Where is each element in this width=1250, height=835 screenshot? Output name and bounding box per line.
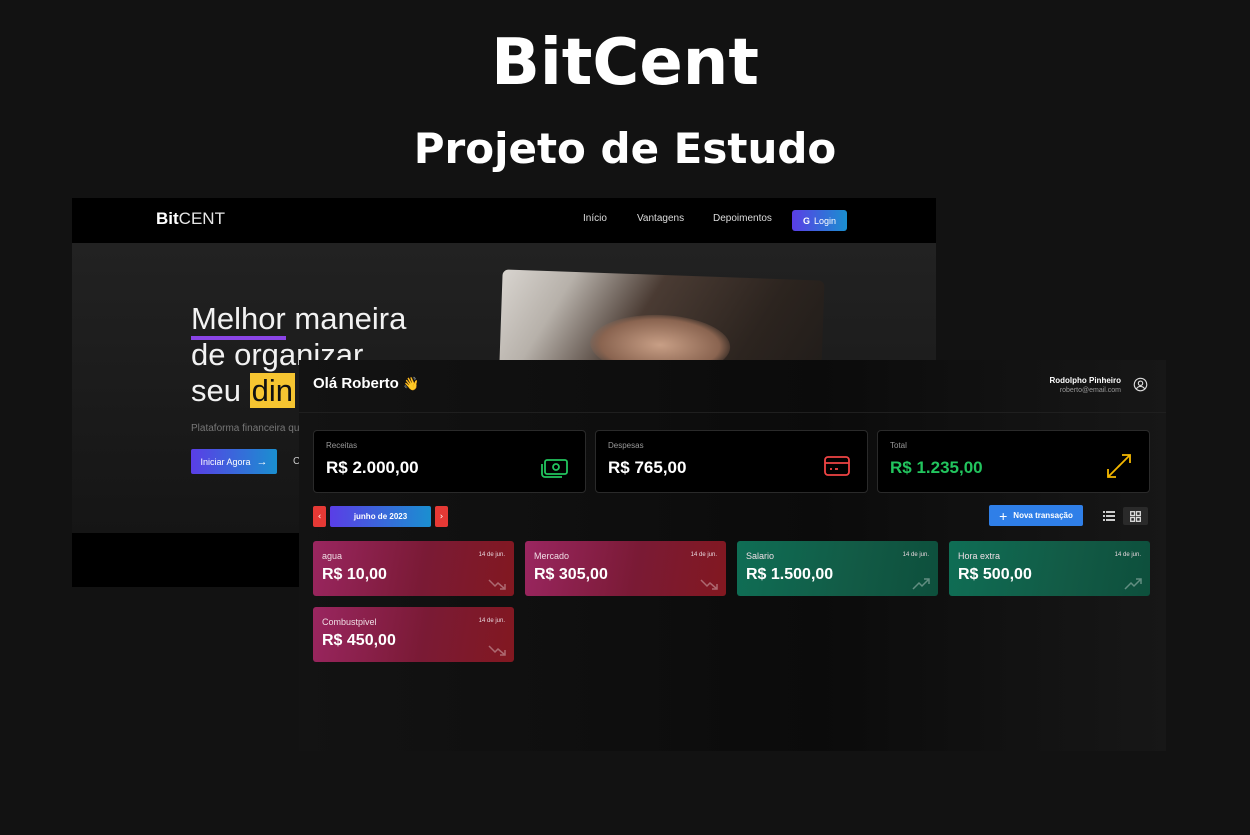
arrow-right-icon: →: [256, 455, 268, 468]
user-name: Rodolpho Pinheiro: [1049, 376, 1121, 385]
trending-down-icon: [700, 579, 718, 590]
dashboard-preview: Olá Roberto 👋 Rodolpho Pinheiro roberto@…: [299, 360, 1166, 751]
list-view-button[interactable]: [1098, 507, 1120, 525]
user-avatar-icon[interactable]: [1133, 377, 1148, 392]
list-icon: [1103, 511, 1115, 521]
waving-hand-icon: 👋: [403, 376, 420, 391]
transaction-card[interactable]: Salario 14 de jun. R$ 1.500,00: [737, 541, 938, 596]
transaction-card[interactable]: Combustpivel 14 de jun. R$ 450,00: [313, 607, 514, 662]
trending-down-icon: [488, 645, 506, 656]
google-icon: G: [802, 215, 810, 226]
start-now-button[interactable]: Iniciar Agora →: [191, 449, 277, 474]
transaction-description: Hora extra: [958, 551, 1001, 561]
cash-icon: [541, 459, 568, 478]
plus-icon: +: [999, 507, 1008, 524]
landing-navbar: BitCENT Início Vantagens Depoimentos G L…: [72, 198, 936, 243]
transaction-description: Salario: [746, 551, 775, 561]
transaction-date: 14 de jun.: [478, 552, 505, 558]
summary-card-total: Total R$ 1.235,00: [877, 430, 1150, 493]
transaction-description: Combustpivel: [322, 617, 377, 627]
headline-word-melhor: Melhor: [191, 301, 286, 340]
summary-card-receitas: Receitas R$ 2.000,00: [313, 430, 586, 493]
headline-line-3-prefix: seu: [191, 373, 250, 408]
transaction-value: R$ 1.500,00: [746, 566, 834, 583]
landing-logo[interactable]: BitCENT: [156, 209, 225, 229]
summary-label: Total: [890, 441, 907, 450]
transaction-value: R$ 500,00: [958, 566, 1032, 583]
transaction-description: agua: [322, 551, 343, 561]
transaction-date: 14 de jun.: [478, 618, 505, 624]
transaction-card[interactable]: agua 14 de jun. R$ 10,00: [313, 541, 514, 596]
login-label: Login: [813, 215, 837, 226]
user-email: roberto@email.com: [1059, 387, 1121, 394]
banner-title: BitCent: [491, 26, 759, 100]
landing-description: Plataforma financeira qu: [191, 423, 300, 434]
summary-value: R$ 2.000,00: [326, 458, 419, 477]
month-selector: ‹ junho de 2023 ›: [313, 506, 448, 527]
dashboard-header: Olá Roberto 👋 Rodolpho Pinheiro roberto@…: [299, 360, 1166, 413]
grid-view-button[interactable]: [1123, 507, 1148, 525]
transaction-card[interactable]: Mercado 14 de jun. R$ 305,00: [525, 541, 726, 596]
nav-link-depoimentos[interactable]: Depoimentos: [713, 213, 772, 224]
start-now-label: Iniciar Agora: [200, 456, 251, 467]
transaction-value: R$ 305,00: [534, 566, 608, 583]
transaction-date: 14 de jun.: [690, 552, 717, 558]
trending-up-icon: [912, 578, 930, 590]
logo-light: CENT: [178, 209, 225, 228]
headline-rest-1: maneira: [285, 301, 407, 336]
arrows-diagonal-icon: [1107, 454, 1131, 478]
summary-card-despesas: Despesas R$ 765,00: [595, 430, 868, 493]
banner-subtitle: Projeto de Estudo: [413, 124, 837, 173]
greeting-text: Olá Roberto: [313, 375, 399, 392]
new-transaction-label: Nova transação: [1013, 511, 1073, 520]
summary-label: Despesas: [608, 441, 644, 450]
summary-value: R$ 1.235,00: [890, 458, 983, 477]
transaction-description: Mercado: [534, 551, 570, 561]
grid-icon: [1130, 510, 1141, 522]
greeting: Olá Roberto 👋: [313, 375, 419, 392]
nav-link-vantagens[interactable]: Vantagens: [637, 213, 684, 224]
month-label[interactable]: junho de 2023: [330, 506, 431, 527]
trending-up-icon: [1124, 578, 1142, 590]
login-button[interactable]: G Login: [792, 210, 847, 231]
headline-highlight: din: [249, 373, 295, 408]
new-transaction-button[interactable]: + Nova transação: [989, 505, 1083, 526]
transaction-date: 14 de jun.: [902, 552, 929, 558]
logo-bold: Bit: [156, 209, 179, 228]
transaction-card[interactable]: Hora extra 14 de jun. R$ 500,00: [949, 541, 1150, 596]
prev-month-button[interactable]: ‹: [313, 506, 326, 527]
next-month-button[interactable]: ›: [435, 506, 448, 527]
transaction-value: R$ 10,00: [322, 566, 387, 583]
trending-down-icon: [488, 579, 506, 590]
summary-value: R$ 765,00: [608, 458, 687, 477]
transaction-date: 14 de jun.: [1114, 552, 1141, 558]
credit-card-icon: [824, 456, 850, 476]
nav-link-inicio[interactable]: Início: [583, 213, 607, 224]
summary-label: Receitas: [326, 441, 358, 450]
transaction-value: R$ 450,00: [322, 632, 396, 649]
